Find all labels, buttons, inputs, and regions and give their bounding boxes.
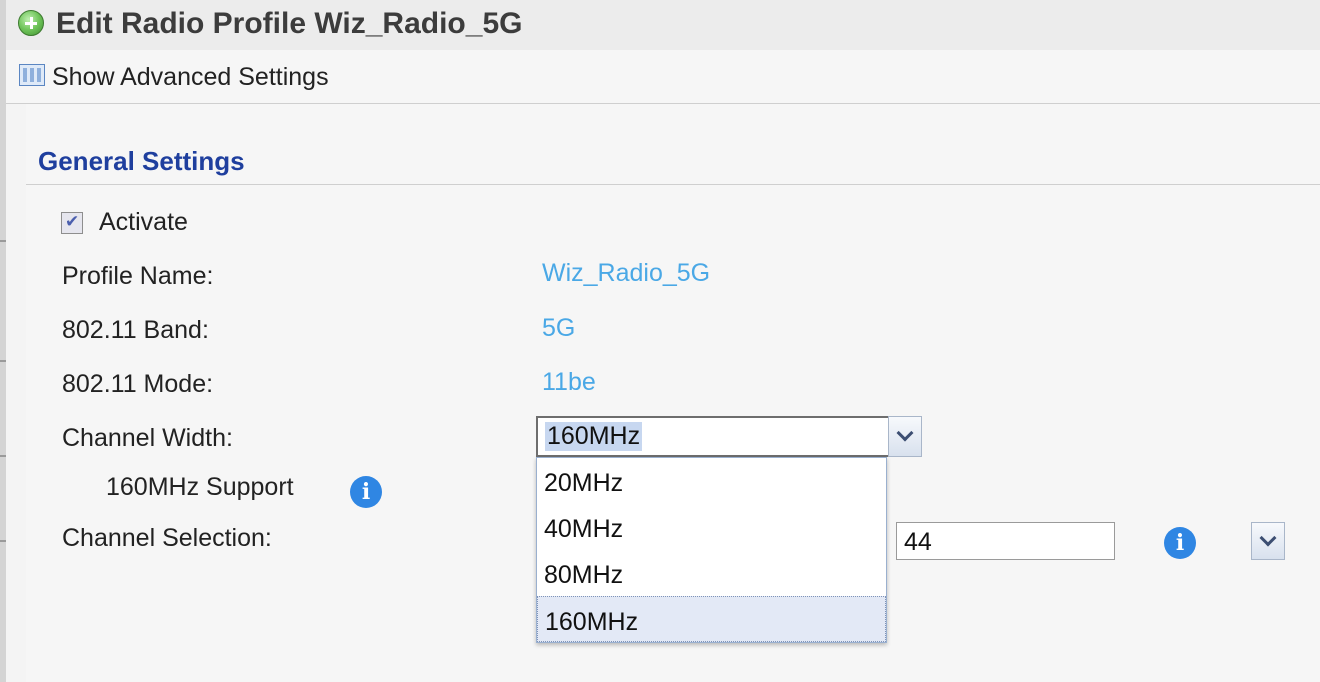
option-160mhz[interactable]: 160MHz <box>537 596 886 642</box>
chevron-down-icon <box>896 424 914 442</box>
channel-selection-input[interactable]: 44 <box>896 522 1115 560</box>
profile-name-value: Wiz_Radio_5G <box>542 259 711 287</box>
mode-label: 802.11 Mode: <box>62 370 214 398</box>
channel-selection-dropdown-button[interactable] <box>1251 522 1285 560</box>
channel-width-selected-value: 160MHz <box>545 422 643 451</box>
channel-width-label: Channel Width: <box>62 424 233 452</box>
channel-width-dropdown-button[interactable] <box>888 416 922 457</box>
channel-selection-label: Channel Selection: <box>62 524 272 552</box>
info-icon[interactable]: i <box>350 476 382 508</box>
show-advanced-settings-link[interactable]: Show Advanced Settings <box>52 63 329 92</box>
chevron-down-icon <box>1259 529 1277 547</box>
activate-checkbox[interactable] <box>61 212 83 234</box>
160mhz-support-label: 160MHz Support <box>106 473 294 501</box>
edge-tick <box>0 360 6 362</box>
toolbar: Show Advanced Settings <box>6 50 1320 104</box>
page-title: Edit Radio Profile Wiz_Radio_5G <box>56 7 523 40</box>
info-icon[interactable]: i <box>1164 527 1196 559</box>
channel-width-select[interactable]: 160MHz <box>536 416 920 457</box>
section-divider <box>26 184 1320 185</box>
activate-label: Activate <box>99 208 188 236</box>
edge-tick <box>0 455 6 457</box>
window-header: Edit Radio Profile Wiz_Radio_5G <box>6 0 1320 50</box>
option-40mhz[interactable]: 40MHz <box>537 504 886 550</box>
channel-width-options-list: 20MHz 40MHz 80MHz 160MHz <box>536 457 887 643</box>
band-label: 802.11 Band: <box>62 316 209 344</box>
edge-tick <box>0 240 6 242</box>
add-circle-icon <box>18 10 44 36</box>
general-settings-panel: General Settings Activate Profile Name: … <box>26 104 1320 682</box>
option-80mhz[interactable]: 80MHz <box>537 550 886 596</box>
mode-value: 11be <box>542 368 596 396</box>
table-icon[interactable] <box>19 64 45 86</box>
edge-tick <box>0 540 6 542</box>
option-20mhz[interactable]: 20MHz <box>537 458 886 504</box>
band-value: 5G <box>542 314 576 342</box>
profile-name-label: Profile Name: <box>62 262 214 290</box>
section-title: General Settings <box>38 146 245 176</box>
